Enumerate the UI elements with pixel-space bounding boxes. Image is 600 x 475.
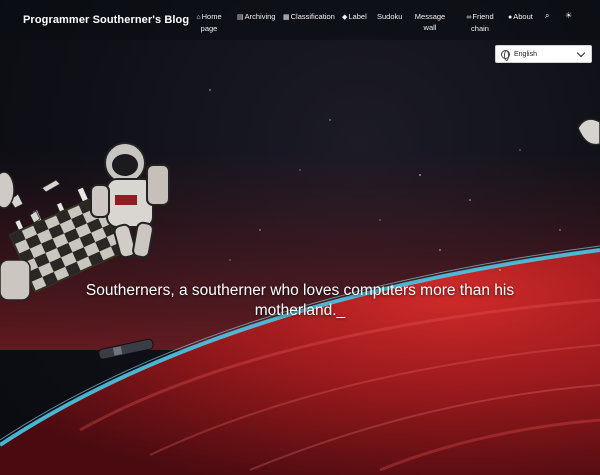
- nav-classification-label: Classification: [290, 12, 335, 21]
- chevron-down-icon: [576, 48, 586, 58]
- nav-friend-chain[interactable]: ∞Friend chain: [462, 11, 498, 34]
- tag-icon: ◆: [342, 14, 348, 21]
- sun-icon: ☀: [565, 11, 573, 20]
- theme-toggle-button[interactable]: ☀: [565, 11, 572, 20]
- nav-home[interactable]: ⌂Home page: [194, 11, 224, 34]
- nav-friend-chain-label: Friend chain: [471, 12, 494, 33]
- nav-classification[interactable]: ▦Classification: [283, 11, 335, 23]
- nav-archiving[interactable]: ▤Archiving: [237, 11, 275, 23]
- nav-about[interactable]: ●About: [508, 11, 533, 23]
- nav-message-wall-label: Message wall: [414, 12, 446, 32]
- hero-background: [0, 0, 600, 475]
- nav-message-wall[interactable]: Message wall: [412, 11, 448, 33]
- top-navbar: Programmer Southerner's Blog ⌂Home page …: [0, 0, 600, 40]
- nav-sudoku-label: Sudoku: [377, 12, 403, 21]
- hero-tagline: Southerners, a southerner who loves comp…: [85, 282, 515, 319]
- nav-archiving-label: Archiving: [244, 12, 276, 21]
- language-selected: English: [514, 50, 537, 58]
- globe-icon: [501, 49, 510, 61]
- search-icon: ⌕: [545, 11, 550, 20]
- search-button[interactable]: ⌕: [545, 11, 549, 21]
- nav-about-label: About: [513, 12, 533, 21]
- archive-icon: ▤: [237, 14, 244, 21]
- nav-label-label: Label: [348, 12, 367, 21]
- language-select[interactable]: English: [495, 45, 592, 63]
- site-brand[interactable]: Programmer Southerner's Blog: [23, 14, 189, 26]
- space-illustration: [0, 89, 600, 475]
- grid-icon: ▦: [283, 14, 290, 21]
- nav-label[interactable]: ◆Label: [342, 11, 367, 23]
- user-icon: ●: [508, 14, 513, 21]
- home-icon: ⌂: [196, 14, 201, 21]
- nav-home-label: Home page: [200, 12, 222, 33]
- link-icon: ∞: [466, 14, 472, 21]
- nav-sudoku[interactable]: Sudoku: [377, 11, 402, 22]
